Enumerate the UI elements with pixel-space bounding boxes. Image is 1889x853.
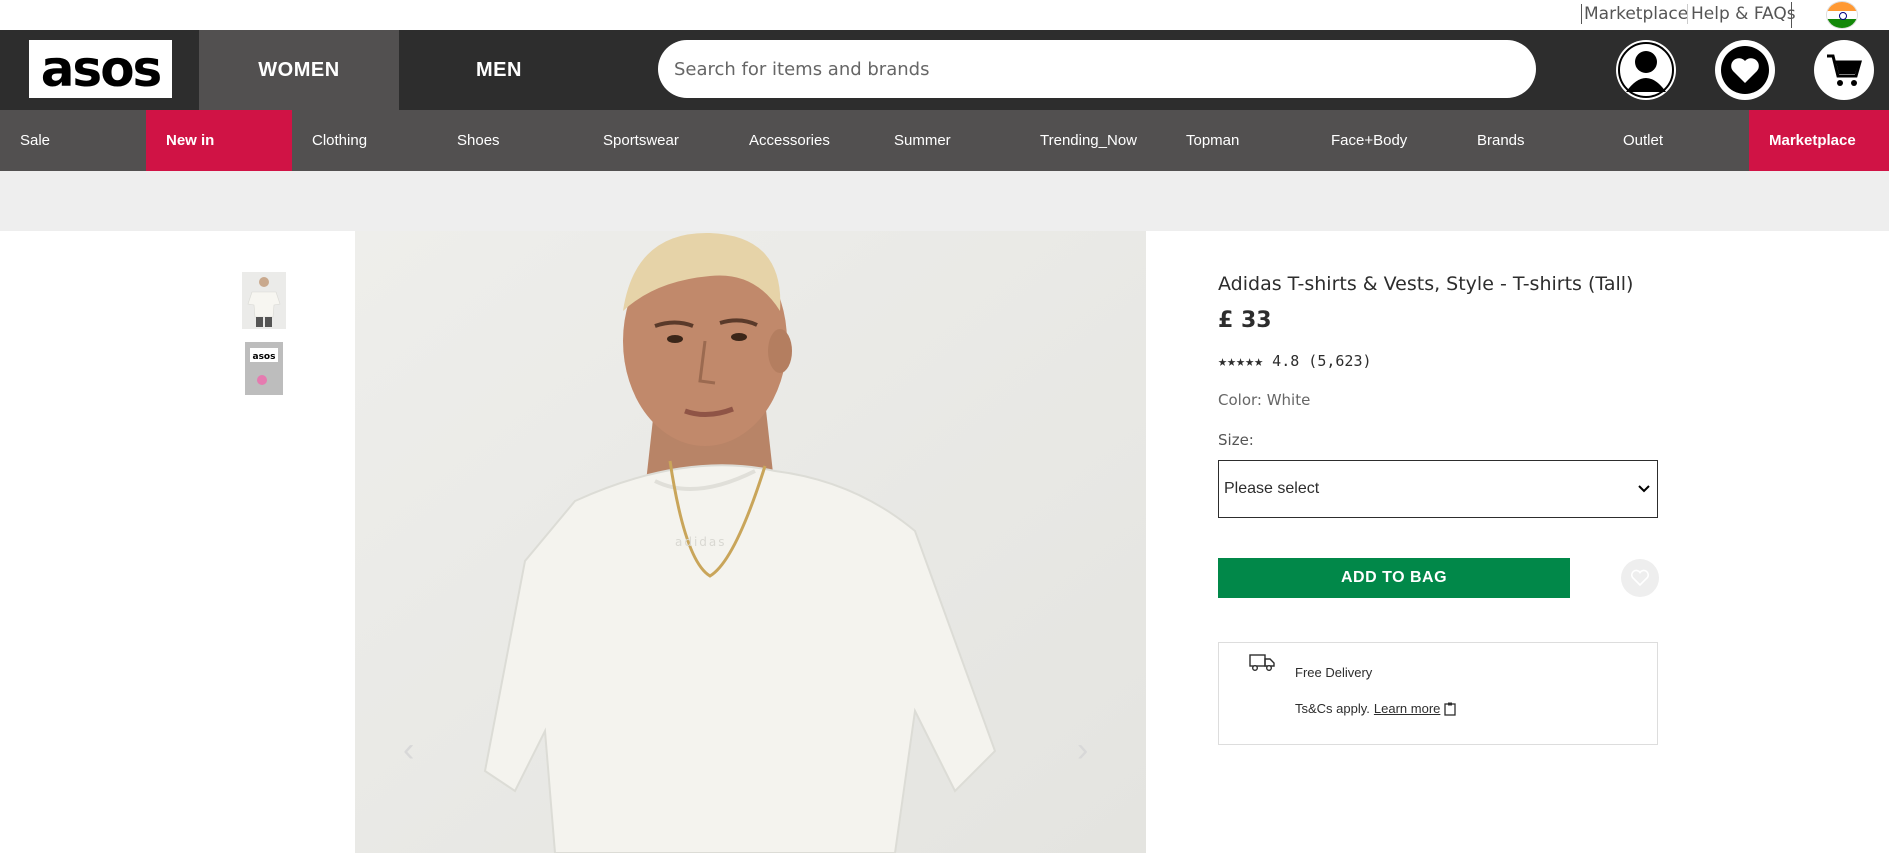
tab-women[interactable]: WOMEN [199, 30, 399, 110]
help-faqs-link[interactable]: Help & FAQs [1687, 4, 1796, 24]
search-bar[interactable] [658, 40, 1536, 98]
product-thumbnail[interactable] [242, 272, 286, 329]
nav-item-summer[interactable]: Summer [874, 110, 1020, 171]
clipboard-icon [1444, 702, 1457, 716]
product-price: £ 33 [1218, 308, 1272, 333]
nav-item-shoes[interactable]: Shoes [437, 110, 583, 171]
delivery-truck-icon [1249, 654, 1275, 671]
next-image-icon[interactable]: › [1077, 731, 1088, 770]
nav-item-new-in[interactable]: New in [146, 110, 292, 171]
nav-item-sale[interactable]: Sale [0, 110, 146, 171]
free-delivery-title: Free Delivery [1295, 665, 1373, 680]
marketplace-link[interactable]: Marketplace [1581, 4, 1688, 24]
size-select[interactable]: Please select [1218, 460, 1658, 518]
size-select-value: Please select [1224, 480, 1320, 497]
svg-text:adidas: adidas [675, 535, 727, 549]
nav-item-face-body[interactable]: Face+Body [1311, 110, 1457, 171]
delivery-terms: Ts&Cs apply. Learn more [1295, 701, 1457, 716]
nav-item-clothing[interactable]: Clothing [292, 110, 438, 171]
product-title: Adidas T-shirts & Vests, Style - T-shirt… [1218, 273, 1634, 295]
main-header: asos WOMEN MEN [0, 30, 1889, 110]
save-for-later-button[interactable] [1621, 559, 1659, 597]
nav-item-brands[interactable]: Brands [1457, 110, 1603, 171]
utility-bar: Marketplace Help & FAQs [0, 0, 1889, 30]
svg-text:asos: asos [253, 352, 276, 362]
nav-item-topman[interactable]: Topman [1166, 110, 1312, 171]
heart-icon[interactable] [1715, 40, 1775, 100]
search-input[interactable] [674, 58, 1520, 80]
previous-image-icon[interactable]: ‹ [403, 731, 414, 770]
shopping-cart-icon[interactable] [1814, 40, 1874, 100]
divider [1791, 2, 1792, 28]
size-label: Size: [1218, 431, 1254, 449]
nav-item-marketplace[interactable]: Marketplace [1749, 110, 1889, 171]
product-thumbnail[interactable]: asos [242, 340, 286, 397]
nav-item-accessories[interactable]: Accessories [729, 110, 875, 171]
india-flag-icon[interactable] [1826, 1, 1858, 29]
product-color: Color: White [1218, 391, 1311, 409]
heart-icon [1630, 569, 1650, 587]
category-nav: Sale New in Clothing Shoes Sportswear Ac… [0, 110, 1889, 171]
chevron-down-icon [1638, 485, 1650, 493]
add-to-bag-button[interactable]: ADD TO BAG [1218, 558, 1570, 598]
promo-banner-area [0, 171, 1889, 231]
learn-more-link[interactable]: Learn more [1374, 701, 1440, 716]
terms-text: Ts&Cs apply. [1295, 701, 1370, 716]
delivery-info-box: Free Delivery Ts&Cs apply. Learn more [1218, 642, 1658, 745]
account-icon[interactable] [1616, 40, 1676, 100]
nav-item-trending-now[interactable]: Trending_Now [1020, 110, 1166, 171]
nav-item-sportswear[interactable]: Sportswear [583, 110, 729, 171]
asos-logo[interactable]: asos [29, 40, 172, 98]
tab-men[interactable]: MEN [399, 30, 599, 110]
nav-item-outlet[interactable]: Outlet [1603, 110, 1749, 171]
product-image[interactable]: adidas ‹ › [355, 231, 1146, 853]
product-rating[interactable]: ★★★★★ 4.8 (5,623) [1218, 352, 1372, 370]
